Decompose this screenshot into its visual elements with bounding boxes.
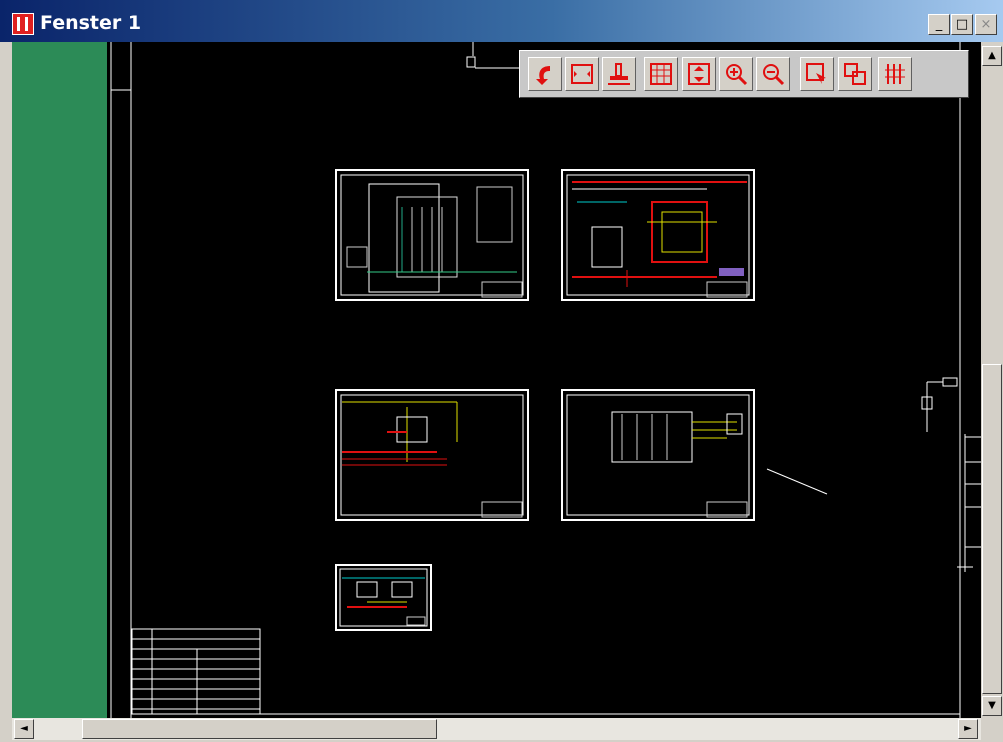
minimize-button[interactable]: _ (928, 14, 950, 35)
maximize-button[interactable]: □ (951, 14, 973, 35)
drawing-canvas[interactable] (107, 42, 981, 718)
scroll-down-button[interactable]: ▼ (982, 696, 1002, 716)
pan-icon[interactable] (602, 57, 636, 91)
zoom-out-icon[interactable] (756, 57, 790, 91)
window-title: Fenster 1 (40, 12, 142, 34)
undo-arrow-icon[interactable] (528, 57, 562, 91)
title-bar[interactable]: Fenster 1 _ □ × (0, 0, 1003, 42)
fit-window-icon[interactable] (565, 57, 599, 91)
app-logo-icon (12, 13, 34, 35)
horizontal-scroll-thumb[interactable] (82, 719, 437, 739)
floating-toolbar[interactable] (519, 50, 969, 98)
horizontal-scrollbar[interactable]: ◄ ► (12, 718, 981, 740)
close-button[interactable]: × (975, 14, 997, 35)
vertical-scrollbar[interactable]: ▲ ▼ (981, 42, 1003, 718)
zoom-extents-icon[interactable] (682, 57, 716, 91)
side-panel (12, 42, 107, 718)
scroll-right-button[interactable]: ► (958, 719, 978, 739)
scroll-up-button[interactable]: ▲ (982, 46, 1002, 66)
drawing-sheet-4 (561, 389, 755, 521)
zoom-in-icon[interactable] (719, 57, 753, 91)
drawing-sheet-2 (561, 169, 755, 301)
scroll-left-button[interactable]: ◄ (14, 719, 34, 739)
grid-view-icon[interactable] (644, 57, 678, 91)
drawing-sheet-1 (335, 169, 529, 301)
scroll-corner (981, 718, 1003, 740)
zoom-window-icon[interactable] (800, 57, 834, 91)
drawing-sheet-3 (335, 389, 529, 521)
title-block (131, 628, 261, 715)
vertical-scroll-thumb[interactable] (982, 364, 1002, 694)
columns-icon[interactable] (878, 57, 912, 91)
drawing-sheet-5 (335, 564, 432, 631)
overview-icon[interactable] (838, 57, 872, 91)
drawing-sheet-svg (110, 42, 981, 718)
